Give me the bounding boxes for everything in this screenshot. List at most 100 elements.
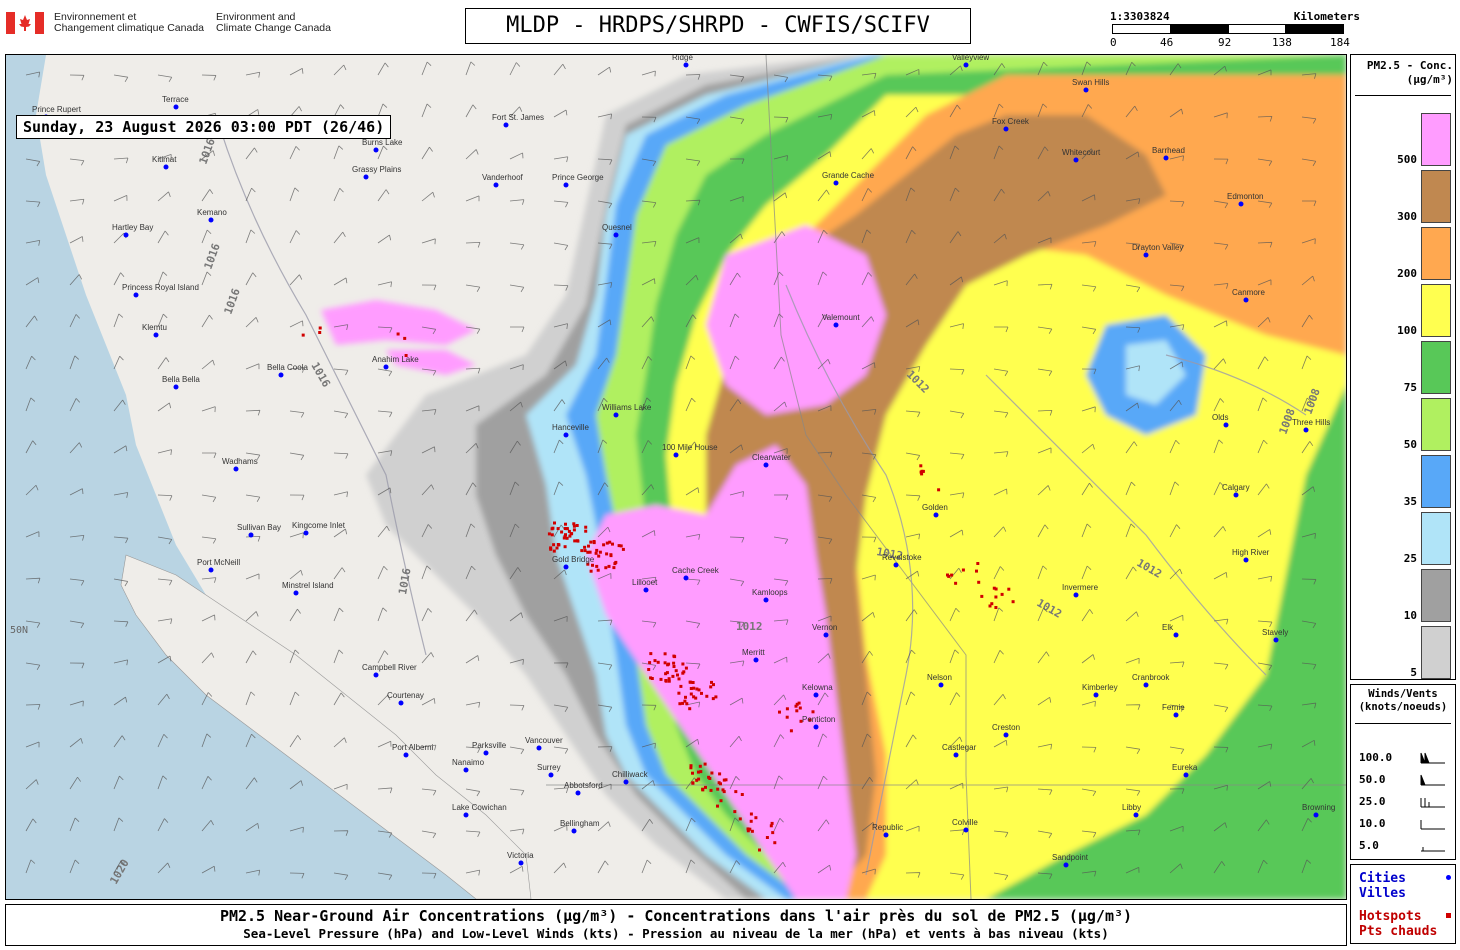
hotspot-marker	[301, 333, 305, 337]
city-label: Nelson	[927, 673, 952, 682]
hotspot-marker	[679, 684, 683, 688]
wind-barb	[69, 662, 85, 669]
wind-barb	[25, 315, 38, 328]
hotspot-marker	[697, 688, 701, 692]
hotspot-marker	[605, 552, 609, 556]
legend-swatch-label: 300	[1397, 210, 1417, 223]
wind-barb	[25, 859, 36, 874]
hotspot-marker	[798, 706, 802, 710]
wind-legend: Winds/Vents (knots/noeuds) 100.0 50.0 25…	[1350, 684, 1456, 860]
city-label: Golden	[922, 503, 948, 512]
hotspot-marker	[1011, 600, 1015, 604]
wind-barb	[113, 735, 126, 748]
city-marker	[563, 564, 569, 570]
wind-barb	[157, 536, 173, 545]
city-label: Hartley Bay	[112, 223, 153, 232]
wind-barb	[69, 776, 81, 790]
city-label: Bella Coola	[267, 363, 308, 372]
city-label: Cranbrook	[1132, 673, 1170, 682]
hotspot-marker	[403, 336, 407, 340]
wind-barb-icon	[1421, 847, 1445, 852]
hotspot-marker	[564, 527, 568, 531]
wind-legend-row: 10.0	[1359, 817, 1451, 833]
city-marker	[518, 860, 524, 866]
wind-barb	[25, 277, 40, 286]
cities-legend-row: Cities Villes	[1359, 871, 1453, 901]
hotspot-marker	[678, 702, 682, 706]
city-label: Minstrel Island	[282, 581, 334, 590]
hotspot-marker	[681, 701, 685, 705]
wind-barb	[69, 578, 85, 586]
city-label: Clearwater	[752, 453, 791, 462]
hotspot-marker	[707, 775, 711, 779]
wind-barb	[289, 780, 303, 790]
hotspot-marker	[591, 563, 594, 567]
city-marker	[563, 182, 569, 188]
hotspot-marker	[584, 529, 588, 533]
hotspot-marker	[749, 812, 753, 816]
scale-ticks: 0 46 92 138 184	[1108, 36, 1368, 50]
city-label: Edmonton	[1227, 192, 1263, 201]
hotspot-marker	[975, 569, 978, 573]
city-label: Fernie	[1162, 703, 1185, 712]
smoke-forecast-map[interactable]: 1016 1016 1016 1016 1016 1012 1012 1012 …	[5, 54, 1347, 900]
gov-name-fr: Environnement et Changement climatique C…	[54, 11, 205, 34]
hotspot-marker	[1007, 587, 1011, 591]
city-marker	[123, 232, 129, 238]
city-label: Kingcome Inlet	[292, 521, 346, 530]
hotspot-marker	[596, 568, 600, 572]
hotspot-marker	[994, 595, 998, 599]
city-marker	[813, 724, 819, 730]
hotspot-marker	[976, 562, 980, 565]
city-label: High River	[1232, 548, 1270, 557]
city-marker	[548, 772, 554, 778]
hotspot-marker	[318, 331, 322, 334]
city-label: Surrey	[537, 763, 561, 772]
hotspot-marker	[738, 817, 742, 821]
hotspot-marker	[595, 564, 599, 568]
city-marker	[1173, 632, 1179, 638]
scale-tick: 184	[1330, 36, 1350, 49]
hotspot-marker	[716, 804, 719, 808]
hotspot-marker	[587, 544, 590, 548]
hotspot-marker	[740, 793, 744, 796]
wind-barb	[25, 71, 41, 78]
hotspot-marker	[318, 326, 322, 330]
hotspot-marker	[691, 681, 695, 684]
legend-swatch-label: 100	[1397, 324, 1417, 337]
city-marker	[173, 104, 179, 110]
canada-flag-icon	[6, 12, 44, 34]
legend-swatch	[1421, 113, 1451, 166]
hotspot-marker	[716, 787, 720, 791]
hotspot-marker	[597, 554, 601, 558]
wind-barb	[113, 536, 129, 544]
legend-swatch	[1421, 227, 1451, 280]
wind-barb	[157, 862, 171, 874]
wind-barb-icon	[1420, 820, 1445, 830]
wind-barb	[69, 700, 84, 707]
city-label: Victoria	[507, 851, 534, 860]
hotspot-marker	[689, 687, 693, 690]
wind-barb	[289, 872, 305, 879]
city-label: Terrace	[162, 95, 189, 104]
page-header: Environnement et Changement climatique C…	[0, 0, 1460, 54]
city-marker	[1243, 297, 1249, 303]
map-canvas[interactable]: 1016 1016 1016 1016 1016 1012 1012 1012 …	[6, 55, 1346, 899]
city-label: Whitecourt	[1062, 148, 1101, 157]
city-marker	[1183, 772, 1189, 778]
city-label: Revelstoke	[882, 553, 922, 562]
wind-barb	[157, 775, 168, 790]
hotspot-marker	[785, 715, 789, 719]
legend-divider	[1355, 723, 1451, 724]
city-marker	[571, 828, 577, 834]
city-label: Invermere	[1062, 583, 1099, 592]
hotspot-marker	[570, 532, 574, 536]
hotspot-marker	[750, 829, 754, 833]
city-marker	[1173, 712, 1179, 718]
city-label: Republic	[872, 823, 903, 832]
hotspot-marker	[681, 662, 685, 666]
hotspot-marker	[573, 539, 577, 543]
city-label: Wadhams	[222, 457, 258, 466]
wind-barb	[113, 620, 129, 627]
legend-swatch-label: 35	[1403, 495, 1417, 508]
